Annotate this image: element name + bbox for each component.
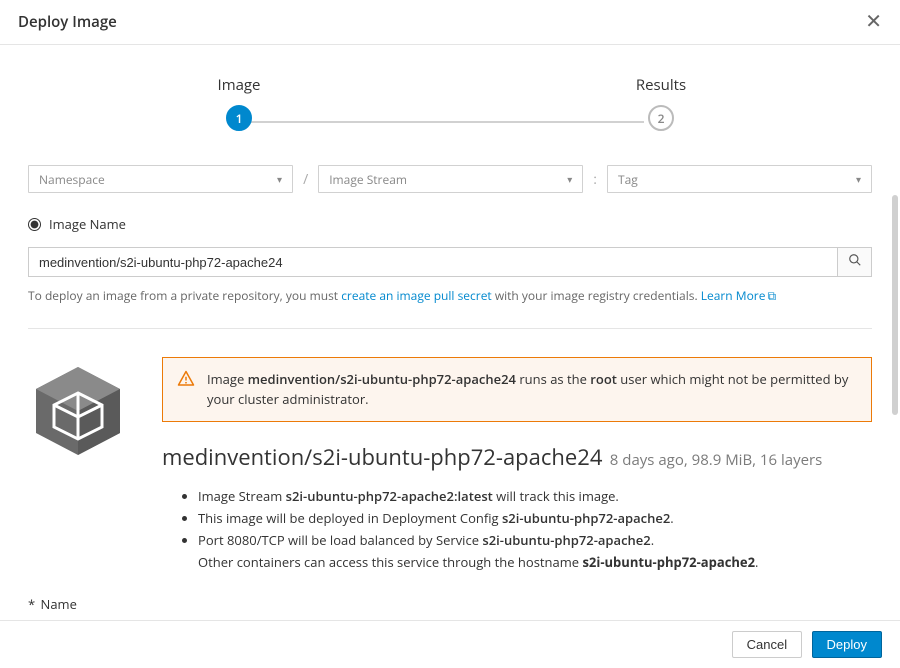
namespace-select[interactable]: Namespace ▾ <box>28 165 293 193</box>
dialog-footer: Cancel Deploy <box>0 620 900 668</box>
image-title: medinvention/s2i-ubuntu-php72-apache24 <box>162 442 602 472</box>
list-item: This image will be deployed in Deploymen… <box>198 508 872 528</box>
image-info-list: Image Stream s2i-ubuntu-php72-apache2:la… <box>162 486 872 550</box>
external-link-icon: ⧉ <box>767 287 776 304</box>
scrollbar[interactable] <box>890 45 898 620</box>
image-detail: Image medinvention/s2i-ubuntu-php72-apac… <box>28 357 872 573</box>
image-detail-main: Image medinvention/s2i-ubuntu-php72-apac… <box>162 357 872 573</box>
image-name-radio-label: Image Name <box>49 215 126 233</box>
select-placeholder: Namespace <box>39 171 105 188</box>
deploy-image-dialog: Deploy Image ✕ Image 1 Results 2 Namespa… <box>0 0 900 668</box>
image-title-row: medinvention/s2i-ubuntu-php72-apache24 8… <box>162 442 872 472</box>
wizard-step-image[interactable]: Image 1 <box>28 75 450 131</box>
cancel-button[interactable]: Cancel <box>732 631 802 658</box>
search-icon <box>848 253 862 271</box>
warning-icon <box>177 370 195 392</box>
select-placeholder: Tag <box>618 171 638 188</box>
service-hostname-note: Other containers can access this service… <box>198 552 872 572</box>
close-button[interactable]: ✕ <box>865 12 882 32</box>
divider <box>28 328 872 329</box>
learn-more-link[interactable]: Learn More ⧉ <box>701 287 776 304</box>
wizard-step-label: Results <box>450 75 872 95</box>
deploy-button[interactable]: Deploy <box>812 631 882 658</box>
wizard-step-circle: 2 <box>648 105 674 131</box>
chevron-down-icon: ▾ <box>567 172 572 186</box>
chevron-down-icon: ▾ <box>277 172 282 186</box>
wizard-steps: Image 1 Results 2 <box>28 75 872 131</box>
close-icon: ✕ <box>865 11 882 33</box>
list-item: Port 8080/TCP will be load balanced by S… <box>198 530 872 550</box>
root-user-warning: Image medinvention/s2i-ubuntu-php72-apac… <box>162 357 872 422</box>
image-name-input-group <box>28 247 872 277</box>
dialog-header: Deploy Image ✕ <box>0 0 900 45</box>
chevron-down-icon: ▾ <box>856 172 861 186</box>
select-placeholder: Image Stream <box>329 171 407 188</box>
list-item: Image Stream s2i-ubuntu-php72-apache2:la… <box>198 486 872 506</box>
image-meta: 8 days ago, 98.9 MiB, 16 layers <box>610 450 823 470</box>
tag-select[interactable]: Tag ▾ <box>607 165 872 193</box>
wizard-step-circle: 1 <box>226 105 252 131</box>
image-cube-icon <box>28 357 138 573</box>
wizard-step-label: Image <box>28 75 450 95</box>
wizard-step-results[interactable]: Results 2 <box>450 75 872 131</box>
dialog-body: Image 1 Results 2 Namespace ▾ / Image St… <box>0 45 900 620</box>
name-field-label: * Name <box>28 595 872 613</box>
separator: : <box>593 170 597 189</box>
image-name-input[interactable] <box>28 247 838 277</box>
create-pull-secret-link[interactable]: create an image pull secret <box>341 287 492 304</box>
image-name-radio[interactable] <box>28 218 41 231</box>
image-name-radio-row: Image Name <box>28 215 872 233</box>
warning-text: Image medinvention/s2i-ubuntu-php72-apac… <box>207 370 857 409</box>
separator: / <box>303 170 308 189</box>
private-repo-help: To deploy an image from a private reposi… <box>28 287 872 304</box>
image-stream-select[interactable]: Image Stream ▾ <box>318 165 583 193</box>
image-stream-selector-row: Namespace ▾ / Image Stream ▾ : Tag ▾ <box>28 165 872 193</box>
dialog-title: Deploy Image <box>18 12 117 32</box>
image-search-button[interactable] <box>838 247 872 277</box>
